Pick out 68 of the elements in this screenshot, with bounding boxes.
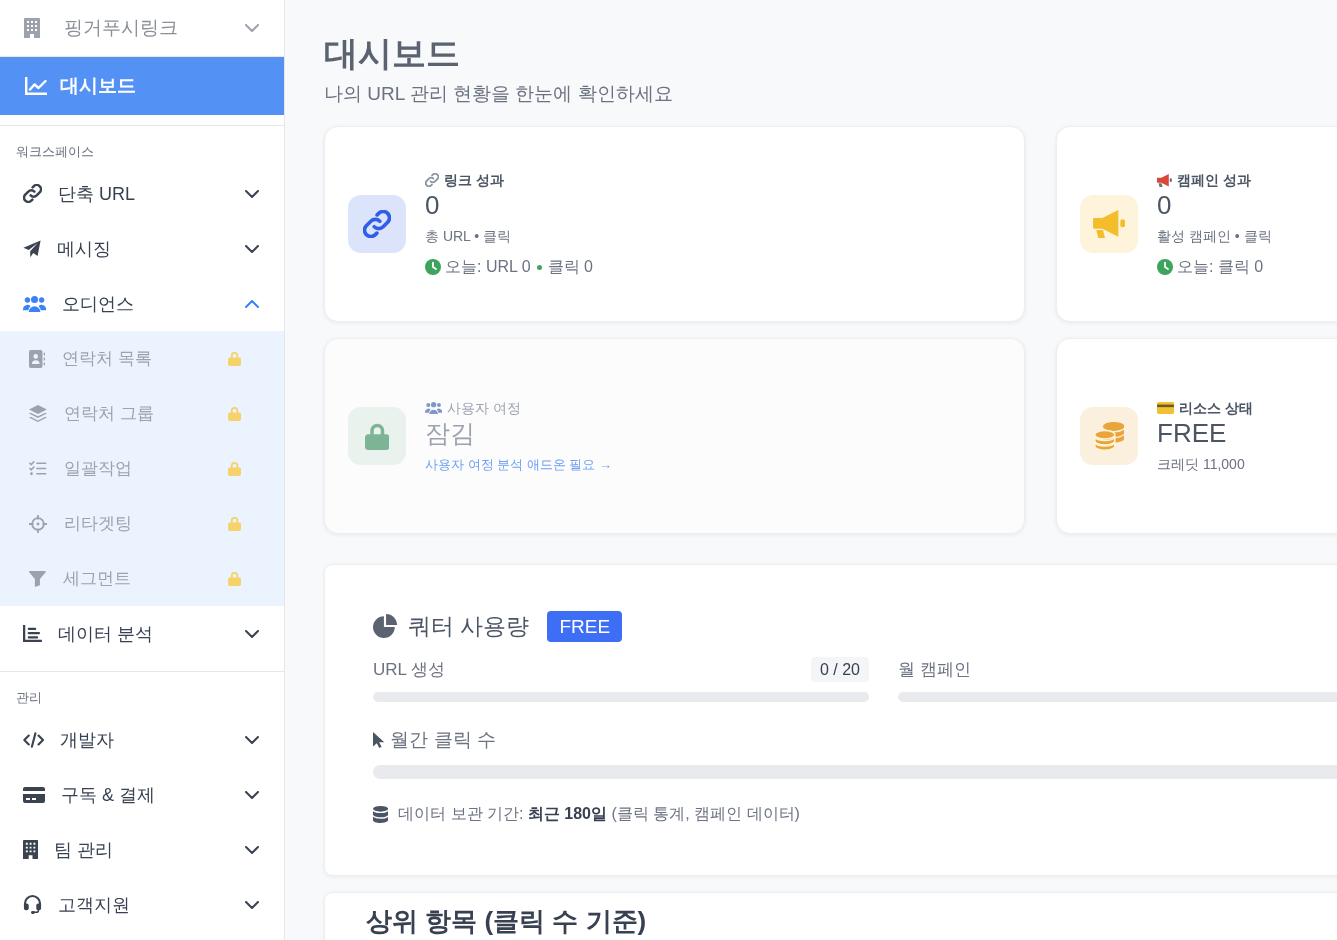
today-summary: 오늘: 클릭 0 xyxy=(1177,257,1264,277)
crosshair-icon xyxy=(29,514,47,533)
layers-icon xyxy=(29,405,47,422)
lock-icon xyxy=(227,571,241,586)
page-title: 대시보드 xyxy=(324,33,461,73)
nav-item[interactable]: 오디언스 xyxy=(0,276,284,331)
link-icon xyxy=(348,195,406,253)
meter-label: 월 캠페인 xyxy=(898,659,971,681)
building-icon xyxy=(24,18,40,38)
filter-icon xyxy=(29,570,46,587)
card-label: 사용자 여정 xyxy=(447,399,522,418)
card-label: 리소스 상태 xyxy=(1179,399,1253,418)
meter-label: URL 생성 xyxy=(373,659,446,681)
headset-icon xyxy=(23,895,42,914)
card-label: 링크 성과 xyxy=(444,171,504,190)
lock-icon xyxy=(227,351,241,366)
card-label: 캠페인 성과 xyxy=(1176,171,1251,190)
panel-title: 상위 항목 (클릭 수 기준) xyxy=(366,905,648,937)
stat-caption: 크레딧 11,000 xyxy=(1157,455,1245,474)
panel-title: 쿼터 사용량 xyxy=(408,611,530,641)
nav-item[interactable]: 개발자 xyxy=(0,712,284,767)
plan-badge: FREE xyxy=(547,610,623,642)
people-icon xyxy=(425,402,443,414)
link-icon xyxy=(425,173,439,187)
clock-icon xyxy=(1157,259,1173,275)
lock-icon xyxy=(227,461,241,476)
clock-icon xyxy=(425,259,441,275)
coins-icon xyxy=(1080,407,1138,465)
bullet-icon xyxy=(536,264,542,270)
megaphone-icon xyxy=(1080,195,1138,253)
link-icon xyxy=(23,184,42,203)
retention-note: 데이터 보관 기간: 최근 180일 (클릭 통계, 캠페인 데이터) xyxy=(398,804,800,824)
nav-item[interactable]: 메시징 xyxy=(0,221,284,276)
nav-item[interactable]: 데이터 분석 xyxy=(0,606,284,661)
code-icon xyxy=(23,731,45,748)
today-summary: 오늘: URL 0 xyxy=(445,257,531,277)
paper-plane-icon xyxy=(23,239,41,258)
pie-chart-icon xyxy=(373,614,397,638)
building-icon xyxy=(23,840,39,859)
credit-card-icon xyxy=(1157,402,1175,414)
meter-label: 월간 클릭 수 xyxy=(390,728,496,752)
stat-value: FREE xyxy=(1157,418,1227,448)
section-label: 관리 xyxy=(15,689,43,707)
stat-caption: 총 URL • 클릭 xyxy=(425,227,512,246)
cursor-icon xyxy=(373,732,385,748)
today-summary: 클릭 0 xyxy=(547,257,593,277)
stat-value: 잠김 xyxy=(425,418,475,448)
section-label: 워크스페이스 xyxy=(15,143,95,161)
nav-item[interactable]: 단축 URL xyxy=(0,166,284,221)
megaphone-icon xyxy=(1157,173,1172,187)
page-subtitle: 나의 URL 관리 현황을 한눈에 확인하세요 xyxy=(324,82,674,106)
lock-icon xyxy=(227,516,241,531)
checklist-icon xyxy=(29,461,47,476)
usage-count: 0 / 20 xyxy=(810,657,869,682)
bar-chart-icon xyxy=(23,625,42,642)
users-icon xyxy=(23,295,47,312)
stat-value: 0 xyxy=(425,190,440,220)
database-icon xyxy=(373,805,389,823)
credit-card-icon xyxy=(23,786,45,803)
contact-card-icon xyxy=(29,349,46,368)
stat-caption: 활성 캠페인 • 클릭 xyxy=(1157,227,1272,246)
nav-item[interactable]: 팀 관리 xyxy=(0,822,284,877)
lock-icon xyxy=(348,407,406,465)
stat-value: 0 xyxy=(1157,190,1172,220)
nav-item[interactable]: 구독 & 결제 xyxy=(0,767,284,822)
line-chart-icon xyxy=(25,77,47,95)
nav-item[interactable]: 고객지원 xyxy=(0,877,284,932)
lock-icon xyxy=(227,406,241,421)
